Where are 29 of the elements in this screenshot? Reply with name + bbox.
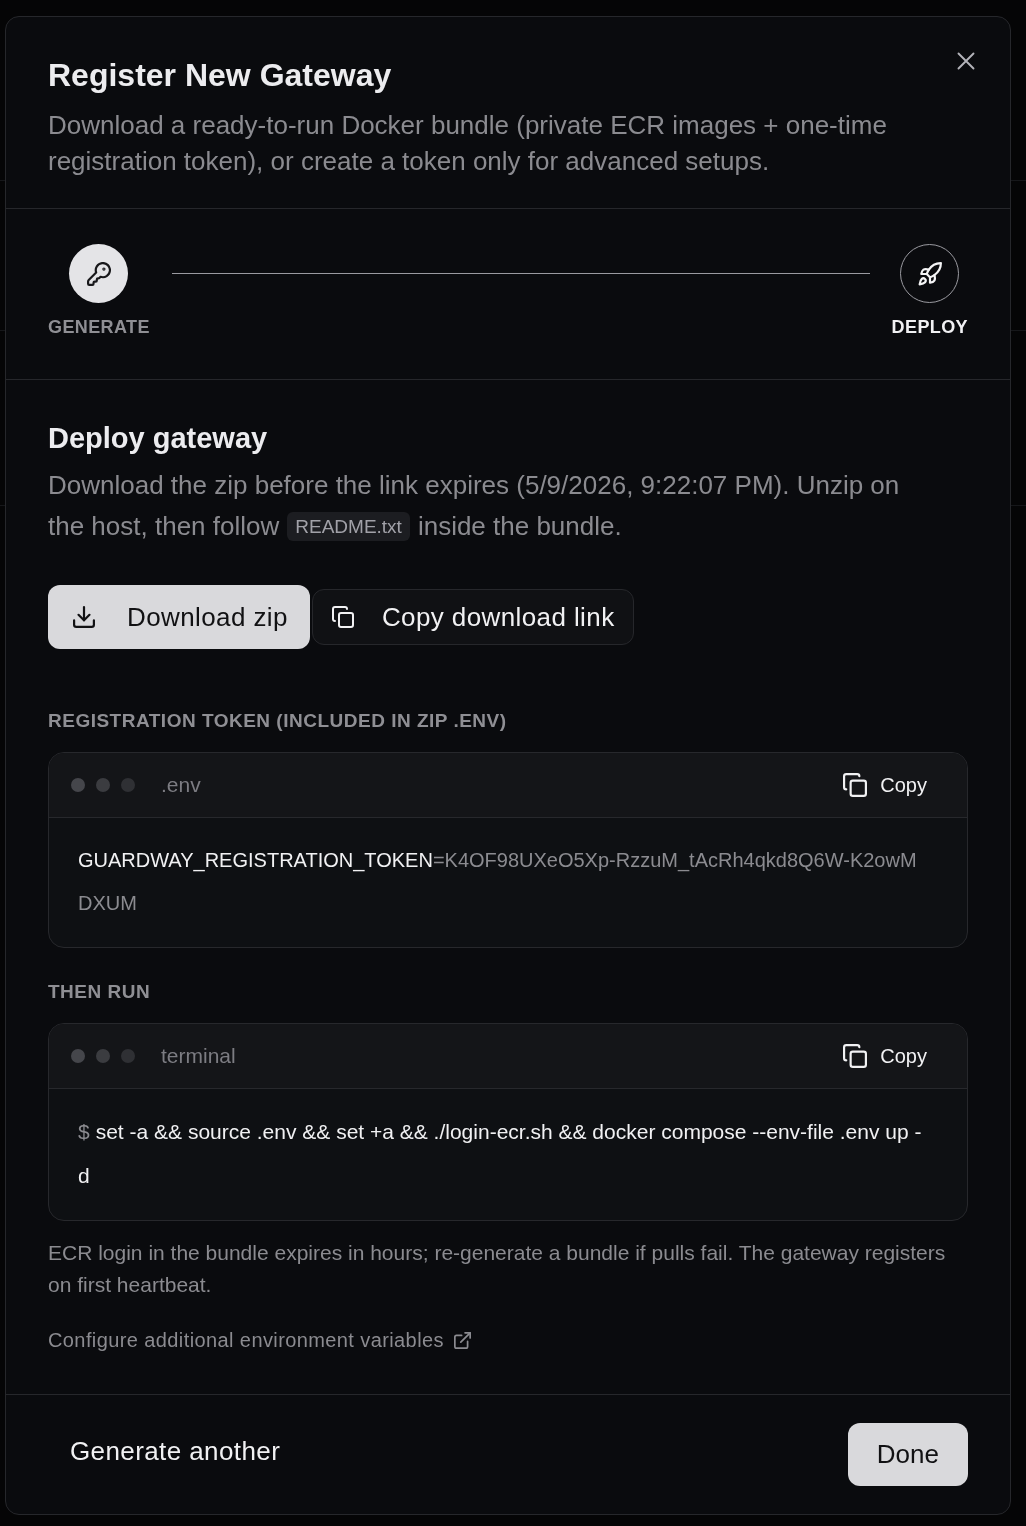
dialog-description: Download a ready-to-run Docker bundle (private ECR images + one-time registration token), or create a token only for advanced setups. (48, 109, 888, 178)
key-icon (86, 261, 111, 286)
code-block-title: .env (161, 772, 201, 799)
file-name-chip: README.txt (287, 512, 410, 541)
code-block-heading: REGISTRATION TOKEN (INCLUDED IN ZIP .ENV) (48, 709, 508, 733)
copy-link-button[interactable]: Copy download link (311, 589, 634, 645)
download-button[interactable]: Download zip (48, 585, 310, 649)
code-block-title: terminal (161, 1043, 236, 1070)
help-note: ECR login in the bundle expires in hours; re-generate a bundle if pulls fail. The gateway registers on first heartbeat. (48, 1240, 947, 1298)
step-label: DEPLOY (891, 316, 968, 339)
configure-variables-link[interactable]: Configure additional environment variables (48, 1328, 471, 1352)
copy-button[interactable]: Copy (831, 1035, 939, 1077)
step-label: GENERATE (48, 316, 150, 339)
copy-icon (331, 606, 354, 628)
copy-icon (843, 1044, 868, 1068)
copy-icon (843, 773, 868, 797)
code-line: $ set -a && source .env && set +a && ./login-ecr.sh && docker compose --env-file .env up -d (78, 1119, 923, 1189)
external-link-icon (453, 1331, 471, 1349)
download-icon (73, 606, 95, 628)
done-button[interactable]: Done (847, 1423, 968, 1486)
code-block-heading: THEN RUN (48, 980, 152, 1004)
generate-another-button[interactable]: Generate another (48, 1423, 303, 1480)
rocket-icon (917, 261, 942, 286)
section-description: Download the zip before the link expires (5/9/2026, 9:22:07 PM). Unzip on the host, then follow README.txt inside the bundle. (48, 469, 901, 543)
close-icon (956, 51, 976, 71)
dialog-title: Register New Gateway (48, 57, 393, 93)
section-title: Deploy gateway (48, 421, 269, 455)
copy-button[interactable]: Copy (831, 764, 939, 806)
code-line: GUARDWAY_REGISTRATION_TOKEN=K4OF98UXeO5Xp-RzzuM_tAcRh4qkd8Q6W-K2owMDXUM (78, 848, 918, 916)
